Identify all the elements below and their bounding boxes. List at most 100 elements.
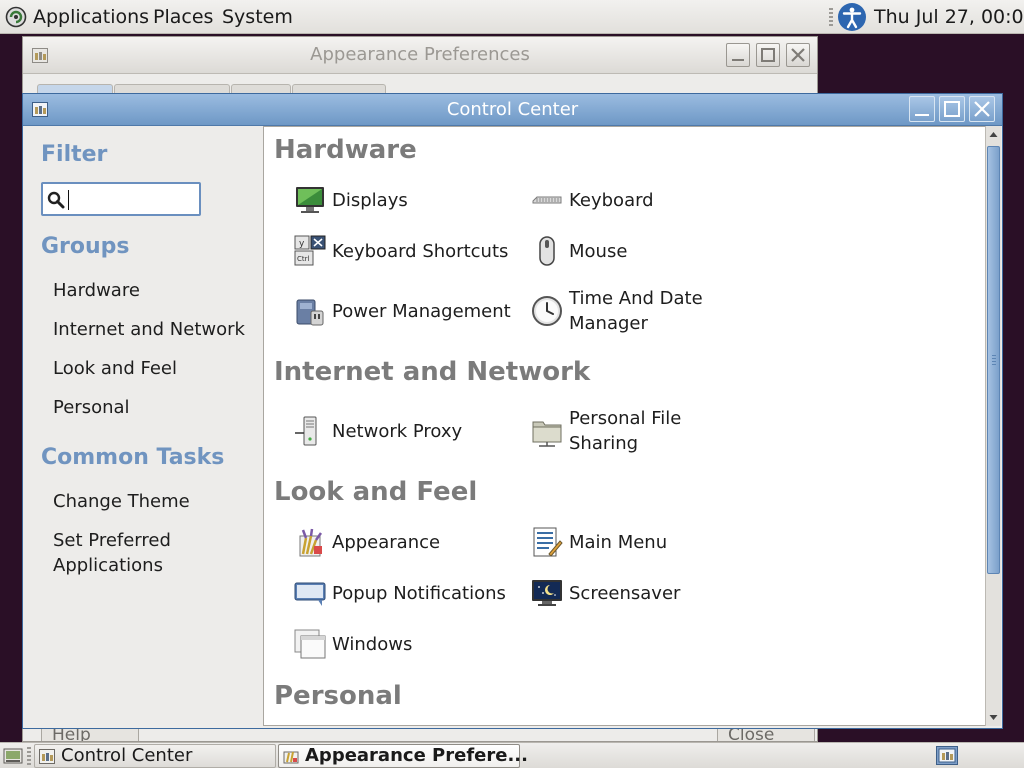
item-appearance[interactable]: Appearance [294, 519, 524, 565]
item-time-and-date[interactable]: Time And Date Manager [531, 288, 761, 334]
item-label: Time And Date Manager [569, 288, 703, 334]
panel-separator [27, 747, 31, 765]
item-label: Main Menu [569, 531, 668, 553]
section-heading-look-and-feel: Look and Feel [274, 477, 478, 507]
control-center-minimize-button[interactable] [909, 96, 935, 122]
workspace-switcher-icon[interactable] [936, 746, 958, 765]
task-link-change-theme[interactable]: Change Theme [53, 489, 190, 514]
filter-heading: Filter [41, 142, 108, 167]
text-cursor [68, 190, 69, 210]
filter-input[interactable] [68, 187, 188, 211]
network-proxy-icon [295, 416, 317, 446]
maximize-icon [761, 48, 775, 62]
control-center-window[interactable]: Control Center Filter Groups Hardware In… [22, 93, 1003, 729]
keyboard-icon [532, 196, 562, 204]
file-sharing-icon [532, 421, 562, 447]
mouse-icon [539, 236, 555, 266]
item-label: Mouse [569, 240, 628, 262]
windows-icon [294, 629, 326, 659]
show-desktop-icon[interactable] [3, 747, 23, 765]
group-link-look-and-feel[interactable]: Look and Feel [53, 356, 177, 381]
item-windows[interactable]: Windows [294, 621, 524, 667]
item-label: Popup Notifications [332, 582, 506, 604]
task-link-preferred-applications[interactable]: Set Preferred Applications [53, 528, 193, 578]
group-link-internet-network[interactable]: Internet and Network [53, 317, 245, 342]
item-label: Displays [332, 189, 408, 211]
close-icon [974, 101, 990, 117]
item-main-menu[interactable]: Main Menu [531, 519, 761, 565]
item-displays[interactable]: Displays [294, 177, 524, 223]
sidebar: Filter Groups Hardware Internet and Netw… [23, 126, 263, 728]
item-personal-file-sharing[interactable]: Personal File Sharing [531, 408, 761, 454]
appearance-maximize-button[interactable] [756, 43, 780, 67]
taskbar-control-center[interactable]: Control Center [34, 744, 276, 768]
notification-icon [294, 582, 326, 606]
display-icon [296, 187, 324, 213]
power-management-icon [296, 299, 324, 326]
system-menu[interactable]: System [222, 0, 293, 34]
appearance-icon [299, 528, 323, 557]
item-keyboard[interactable]: Keyboard [531, 177, 761, 223]
appearance-app-icon [283, 751, 299, 764]
accessibility-icon[interactable] [837, 2, 867, 32]
taskbar-label: Control Center [61, 745, 193, 766]
distro-logo-icon[interactable] [5, 6, 27, 28]
maximize-icon [944, 101, 960, 117]
svg-text:Ctrl: Ctrl [297, 255, 310, 263]
item-label: Network Proxy [332, 420, 463, 442]
search-icon [47, 191, 65, 209]
control-center-content: Hardware Displays Keyboard y Ctrl Keyboa… [263, 126, 987, 726]
group-link-personal[interactable]: Personal [53, 395, 130, 420]
item-keyboard-shortcuts[interactable]: y Ctrl Keyboard Shortcuts [294, 228, 524, 274]
item-label: Power Management [332, 300, 511, 322]
item-screensaver[interactable]: Screensaver [531, 570, 761, 616]
item-label: Keyboard [569, 189, 654, 211]
appearance-minimize-button[interactable] [726, 43, 750, 67]
item-label: Screensaver [569, 582, 681, 604]
panel-separator [829, 8, 833, 26]
group-link-hardware[interactable]: Hardware [53, 278, 140, 303]
grip-icon [992, 355, 996, 365]
control-center-close-button[interactable] [969, 96, 995, 122]
section-heading-personal: Personal [274, 681, 402, 711]
item-label: Personal File Sharing [569, 408, 682, 454]
scroll-down-icon[interactable] [986, 708, 1001, 726]
item-popup-notifications[interactable]: Popup Notifications [294, 570, 524, 616]
section-heading-hardware: Hardware [274, 135, 417, 165]
appearance-window-title: Appearance Preferences [310, 44, 530, 65]
item-mouse[interactable]: Mouse [531, 228, 761, 274]
control-center-app-icon [39, 749, 55, 764]
item-network-proxy[interactable]: Network Proxy [294, 408, 524, 454]
appearance-close-button[interactable] [786, 43, 810, 67]
screensaver-icon [532, 580, 562, 606]
control-center-title: Control Center [446, 99, 579, 120]
svg-text:y: y [299, 239, 305, 249]
clock-icon [532, 296, 562, 326]
item-label: Appearance [332, 531, 441, 553]
filter-input-box[interactable] [41, 182, 201, 216]
scrollbar-thumb[interactable] [987, 146, 1000, 574]
bottom-panel: Control Center Appearance Prefere... [0, 742, 1024, 768]
clock[interactable]: Thu Jul 27, 00:01 [874, 0, 1024, 34]
taskbar-appearance-preferences[interactable]: Appearance Prefere... [278, 744, 528, 768]
section-heading-internet-network: Internet and Network [274, 357, 591, 387]
control-center-titlebar[interactable]: Control Center [23, 94, 1002, 126]
content-scrollbar[interactable] [985, 126, 1001, 726]
common-tasks-heading: Common Tasks [41, 445, 225, 470]
applications-menu[interactable]: Applications [33, 0, 149, 34]
item-label: Windows [332, 633, 413, 655]
minimize-icon [915, 114, 929, 116]
minimize-icon [732, 59, 744, 61]
appearance-titlebar[interactable]: Appearance Preferences [23, 37, 817, 74]
item-label: Keyboard Shortcuts [332, 240, 509, 262]
keyboard-shortcuts-icon: y Ctrl [294, 235, 326, 266]
taskbar-label: Appearance Prefere... [305, 745, 528, 766]
scroll-up-icon[interactable] [986, 126, 1001, 144]
groups-heading: Groups [41, 234, 130, 259]
close-icon [791, 48, 805, 62]
top-panel: Applications Places System Thu Jul 27, 0… [0, 0, 1024, 34]
item-power-management[interactable]: Power Management [294, 288, 524, 334]
control-center-maximize-button[interactable] [939, 96, 965, 122]
main-menu-icon [533, 527, 563, 557]
places-menu[interactable]: Places [153, 0, 213, 34]
